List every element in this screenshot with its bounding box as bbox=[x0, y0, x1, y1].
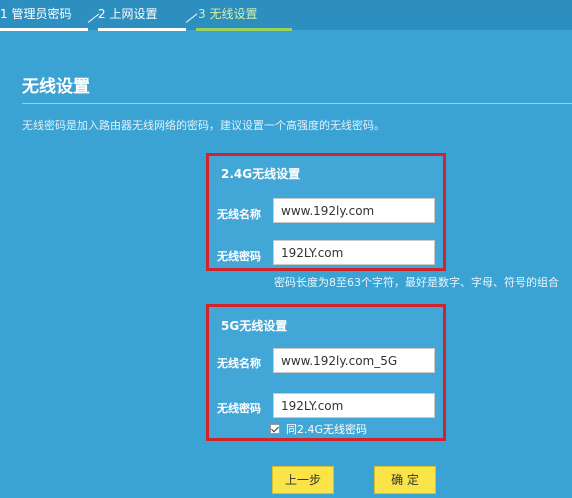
title-divider bbox=[22, 103, 572, 104]
step-wireless-settings[interactable]: 3 无线设置 bbox=[198, 0, 257, 30]
prev-step-button[interactable]: 上一步 bbox=[272, 466, 334, 494]
wireless-24g-panel: 2.4G无线设置 无线名称 无线密码 bbox=[206, 153, 446, 271]
wireless-5g-ssid-label: 无线名称 bbox=[217, 357, 261, 370]
wireless-5g-title: 5G无线设置 bbox=[221, 319, 288, 333]
same-password-checkbox[interactable] bbox=[270, 424, 280, 434]
wireless-5g-password-input[interactable] bbox=[273, 393, 435, 418]
wireless-24g-title: 2.4G无线设置 bbox=[221, 167, 301, 181]
password-length-hint: 密码长度为8至63个字符，最好是数字、字母、符号的组合 bbox=[274, 276, 559, 289]
wireless-24g-ssid-input[interactable] bbox=[273, 198, 435, 223]
same-password-label: 同2.4G无线密码 bbox=[286, 423, 368, 436]
same-password-option[interactable]: 同2.4G无线密码 bbox=[270, 421, 368, 436]
wizard-steps-bar: 1 管理员密码 2 上网设置 3 无线设置 bbox=[0, 0, 572, 31]
wireless-5g-password-label: 无线密码 bbox=[217, 402, 261, 415]
confirm-button[interactable]: 确 定 bbox=[374, 466, 436, 494]
step-internet-settings[interactable]: 2 上网设置 bbox=[98, 0, 157, 30]
step-admin-password[interactable]: 1 管理员密码 bbox=[0, 0, 71, 30]
step-internet-settings-underline bbox=[98, 28, 186, 31]
step-admin-password-underline bbox=[0, 28, 88, 31]
wireless-24g-password-input[interactable] bbox=[273, 240, 435, 265]
step-separator bbox=[185, 13, 198, 23]
wireless-5g-ssid-input[interactable] bbox=[273, 348, 435, 373]
page-description: 无线密码是加入路由器无线网络的密码，建议设置一个高强度的无线密码。 bbox=[22, 119, 385, 132]
wireless-24g-ssid-label: 无线名称 bbox=[217, 208, 261, 221]
wireless-24g-password-label: 无线密码 bbox=[217, 250, 261, 263]
page-title: 无线设置 bbox=[22, 77, 90, 97]
step-wireless-settings-underline bbox=[196, 28, 292, 31]
